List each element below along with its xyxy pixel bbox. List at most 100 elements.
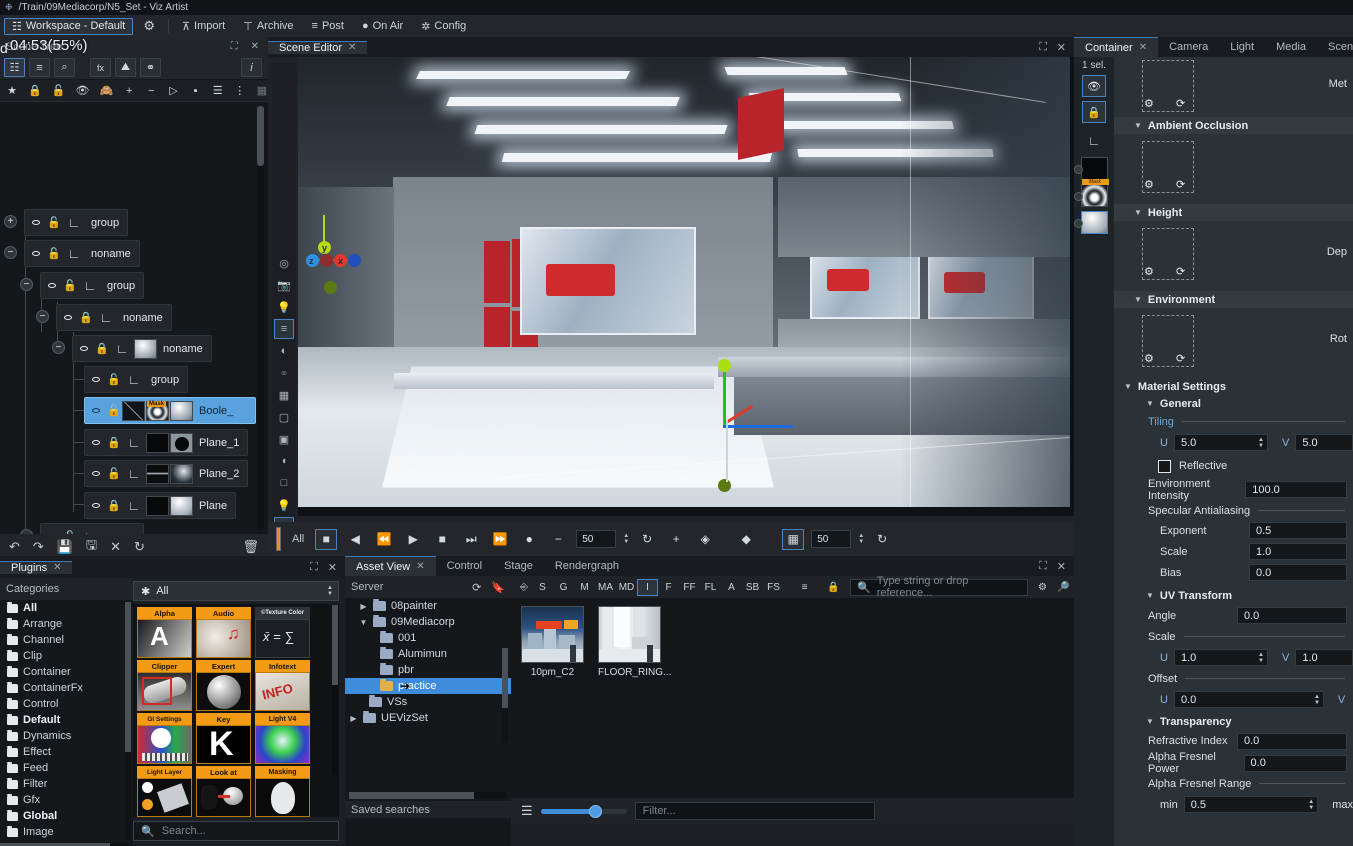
chevron-down-icon[interactable]: ▼ bbox=[1146, 591, 1154, 600]
flag-sb[interactable]: SB bbox=[742, 579, 763, 596]
category-arrange[interactable]: Arrange bbox=[0, 616, 133, 632]
chevron-right-icon[interactable]: ▶ bbox=[349, 714, 358, 723]
menu-config[interactable]: ✲ Config bbox=[413, 16, 474, 36]
gear-icon[interactable]: ⚙ bbox=[1144, 352, 1154, 365]
lock-icon[interactable]: 🔒 bbox=[823, 579, 844, 596]
afp-input[interactable]: 0.0 bbox=[1243, 754, 1347, 772]
start-frame-stepper[interactable]: ▲ ▼ bbox=[623, 533, 629, 545]
flag-ff[interactable]: FF bbox=[679, 579, 700, 596]
nodes-icon[interactable]: ⚭ bbox=[274, 363, 294, 383]
section-height[interactable]: ▼ Height bbox=[1114, 204, 1353, 221]
lock-closed-icon[interactable]: 🔒 bbox=[28, 81, 42, 100]
flag-fl[interactable]: FL bbox=[700, 579, 721, 596]
folder-row-uevizset[interactable]: ▶ UEVizSet bbox=[345, 710, 511, 726]
tab-light[interactable]: Light bbox=[1219, 37, 1265, 57]
geometry-thumbnail[interactable] bbox=[122, 400, 145, 421]
chevron-down-icon[interactable]: ▼ bbox=[359, 618, 368, 627]
gear-icon[interactable]: ⚙ bbox=[1144, 265, 1154, 278]
tree-expander[interactable]: − bbox=[36, 310, 49, 323]
close-icon[interactable]: ✕ bbox=[416, 561, 424, 572]
uv-offset-u-input[interactable]: 0.0 bbox=[1173, 691, 1324, 708]
category-global[interactable]: Global bbox=[0, 808, 133, 824]
close-scene-icon[interactable]: ✕ bbox=[110, 539, 121, 555]
texture-slot-environment[interactable]: ⚙ ⟳ Rot bbox=[1114, 308, 1353, 378]
save-icon[interactable]: 💾 bbox=[57, 539, 73, 555]
transport-all-label[interactable]: All bbox=[288, 533, 308, 545]
category-all[interactable]: All bbox=[0, 600, 133, 616]
category-containerfx[interactable]: ContainerFx bbox=[0, 680, 133, 696]
lock-open-icon[interactable]: 🔓 bbox=[46, 247, 62, 260]
close-icon[interactable]: ✕ bbox=[1139, 42, 1147, 53]
flag-i[interactable]: I bbox=[637, 578, 658, 596]
settings-gear-button[interactable]: ⚙ bbox=[135, 16, 163, 36]
keyframe-button[interactable]: ▦ bbox=[782, 528, 805, 550]
tree-node-group-0[interactable]: 🔓 ∟ group bbox=[24, 209, 129, 236]
close-icon[interactable]: ✕ bbox=[53, 562, 61, 573]
chevron-right-icon[interactable]: ▶ bbox=[359, 602, 368, 611]
visibility-toggle-icon[interactable]: 👁 bbox=[1082, 75, 1106, 97]
tab-media[interactable]: Media bbox=[1265, 37, 1317, 57]
plugin-look-at[interactable]: Look at bbox=[196, 766, 251, 817]
stop-flag-icon[interactable]: ▪ bbox=[190, 81, 202, 100]
refractive-input[interactable]: 0.0 bbox=[1237, 732, 1347, 750]
tree-expander[interactable]: + bbox=[4, 215, 17, 228]
tree-expander[interactable]: − bbox=[20, 529, 33, 534]
refresh-icon[interactable]: ⟳ bbox=[1176, 352, 1185, 365]
bulb-outline-icon[interactable]: 💡 bbox=[274, 495, 294, 515]
tree-graph-button[interactable]: ⚭ bbox=[140, 58, 161, 77]
scale-input[interactable]: 1.0 bbox=[1249, 543, 1347, 560]
refresh-icon[interactable]: ⟳ bbox=[1176, 178, 1185, 191]
flag-fs[interactable]: FS bbox=[763, 579, 784, 596]
redo-icon[interactable]: ↷ bbox=[33, 539, 44, 555]
eye-icon[interactable] bbox=[85, 471, 106, 476]
reflective-checkbox[interactable] bbox=[1158, 459, 1171, 473]
bias-input[interactable]: 0.0 bbox=[1249, 564, 1347, 581]
play-reverse-button[interactable]: ◀ bbox=[344, 529, 366, 550]
category-feed[interactable]: Feed bbox=[0, 760, 133, 776]
menu-post[interactable]: ≡ Post bbox=[304, 16, 352, 36]
key-offset-button[interactable]: ◈ bbox=[694, 529, 716, 550]
lock-open-icon[interactable]: 🔓 bbox=[52, 81, 66, 100]
tab-camera[interactable]: Camera bbox=[1158, 37, 1219, 57]
eye-icon[interactable] bbox=[85, 377, 106, 382]
material-thumbnail[interactable] bbox=[170, 432, 193, 453]
undo-icon[interactable]: ↶ bbox=[9, 539, 20, 555]
tab-scene[interactable]: Scene bbox=[1317, 37, 1353, 57]
tab-container[interactable]: Container ✕ bbox=[1074, 37, 1159, 57]
end-frame-stepper[interactable]: ▲ ▼ bbox=[858, 533, 864, 545]
tree-node-noname-4[interactable]: 🔒 ∟ noname bbox=[72, 335, 212, 362]
plugin-clipper[interactable]: Clipper bbox=[137, 660, 192, 711]
asset-tree-scrollbar[interactable] bbox=[502, 648, 508, 743]
mask-thumbnail[interactable]: Mask bbox=[146, 400, 169, 421]
plugin-search-input[interactable]: 🔍 Search... bbox=[133, 821, 339, 841]
texture-slot-metallic[interactable]: ⚙ ⟳ Met bbox=[1114, 57, 1353, 117]
uv-scale-v-input[interactable]: 1.0 bbox=[1295, 649, 1353, 666]
tiling-u-stepper[interactable]: ▲ ▼ bbox=[1258, 437, 1264, 449]
geometry-thumbnail[interactable] bbox=[146, 495, 169, 516]
eye-icon[interactable] bbox=[25, 251, 46, 256]
gear-icon[interactable]: ⚙ bbox=[1032, 579, 1053, 596]
maximize-icon[interactable]: ⛶ bbox=[1039, 41, 1047, 54]
tree-fx-button[interactable]: fx bbox=[90, 58, 111, 77]
eye-icon[interactable] bbox=[85, 503, 106, 508]
flag-ma[interactable]: MA bbox=[595, 579, 616, 596]
afr-min-stepper[interactable]: ▲ ▼ bbox=[1308, 799, 1314, 811]
tree-options-icon[interactable]: ▦ bbox=[256, 81, 268, 100]
folder-row-practice[interactable]: practice ➔ bbox=[345, 678, 511, 694]
viewport-3d[interactable]: y z x bbox=[298, 57, 1074, 516]
tree-view-button[interactable]: ☷ bbox=[4, 58, 25, 77]
flag-s[interactable]: S bbox=[532, 579, 553, 596]
close-icon[interactable]: ✕ bbox=[251, 41, 259, 52]
tree-image-button[interactable]: ⛰ bbox=[115, 58, 136, 77]
eye-visible-icon[interactable]: 👁 bbox=[76, 81, 90, 100]
lock-open-icon[interactable]: 🔓 bbox=[106, 404, 122, 417]
material-thumbnail[interactable] bbox=[134, 338, 157, 359]
remove-icon[interactable]: − bbox=[145, 81, 157, 100]
tiling-v-input[interactable]: 5.0 bbox=[1295, 434, 1353, 451]
tree-node-plane-2[interactable]: 🔓 ∟ Plane_2 bbox=[84, 460, 249, 487]
play-button[interactable]: ▶ bbox=[402, 529, 424, 550]
plugin-categories-list[interactable]: All Arrange Channel Clip Container Conta… bbox=[0, 600, 133, 843]
screenshot-icon[interactable]: 📷 bbox=[274, 275, 294, 295]
tree-node-noname-1[interactable]: 🔓 ∟ noname bbox=[24, 240, 140, 267]
folder-row-001[interactable]: 001 bbox=[345, 630, 511, 646]
